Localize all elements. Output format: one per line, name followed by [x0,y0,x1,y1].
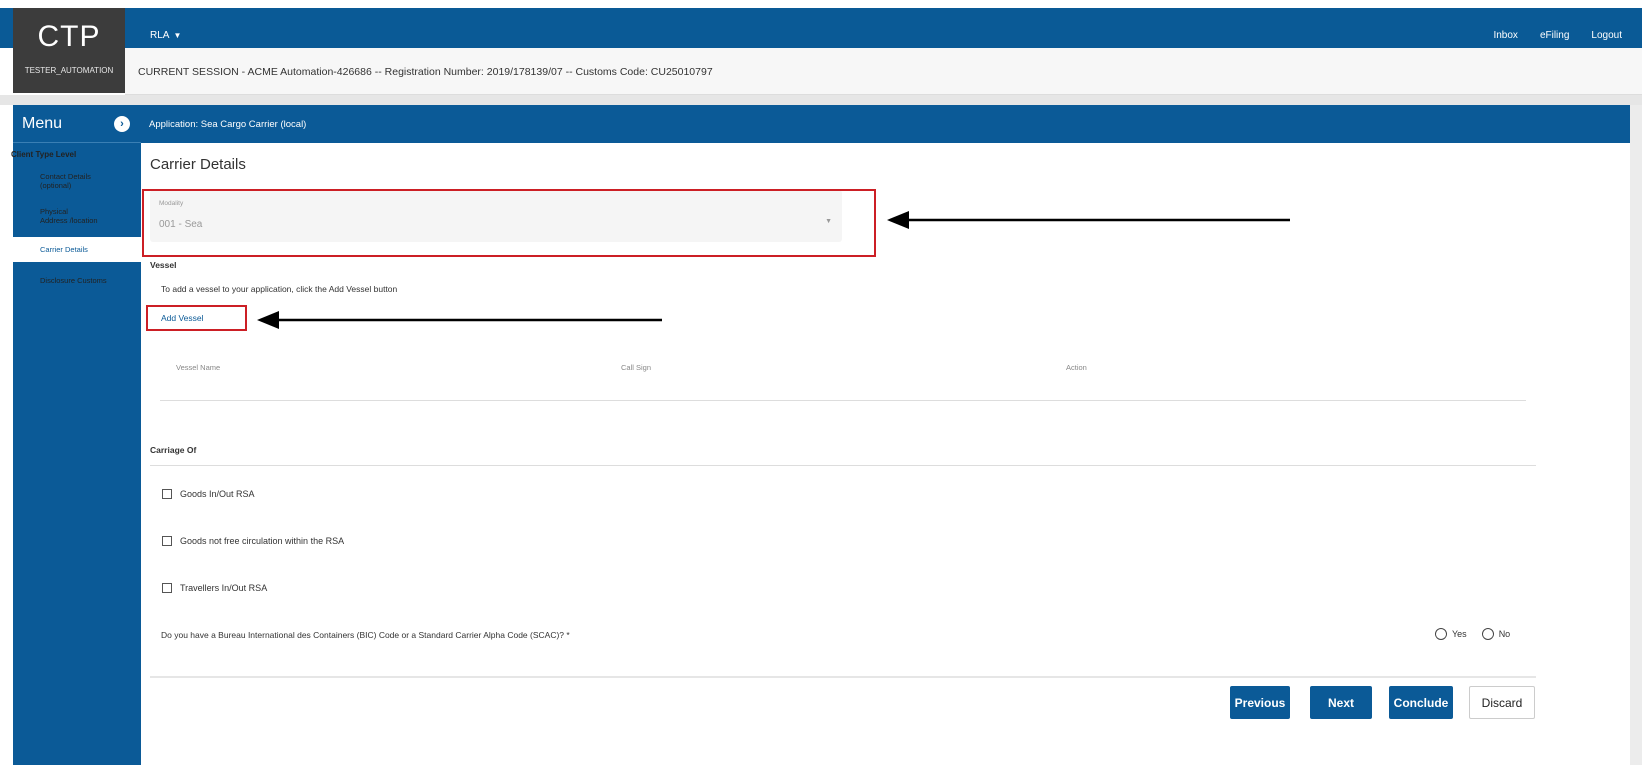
sidebar-item-carrier-details[interactable]: Carrier Details [13,237,141,262]
collapse-menu-icon[interactable]: › [114,116,130,132]
modality-label: Modality [159,200,184,207]
username-label: TESTER_AUTOMATION [24,66,114,75]
table-divider [160,400,1526,401]
carriage-heading: Carriage Of [150,445,197,455]
radio-no-label: No [1498,629,1511,639]
right-gutter [1630,105,1642,765]
sidebar-item-sublabel: (optional) [40,181,72,190]
rla-dropdown-menu[interactable]: RLA ▼ [150,30,181,41]
sidebar-item-label: Contact Details [40,172,91,181]
column-header-call-sign: Call Sign [621,363,652,372]
sidebar-item-physical-address[interactable]: Physical Address /location [40,207,98,225]
next-button[interactable]: Next [1310,686,1372,719]
logo-text: CTP [37,20,101,53]
column-header-vessel-name: Vessel Name [176,363,221,372]
checkbox-label: Goods In/Out RSA [180,489,255,499]
sidebar-header: Menu › [13,105,141,143]
main-content: Carrier Details Modality 001 - Sea ▼ Ves… [141,143,1630,765]
application-label: Application: Sea Cargo Carrier (local) [149,119,307,130]
vessel-heading: Vessel [150,260,177,270]
sidebar-item-label: Physical [40,207,68,216]
checkbox-label: Travellers In/Out RSA [180,583,268,593]
checkbox-box[interactable] [162,536,172,546]
rla-menu-label: RLA [150,30,170,41]
sidebar-title: Menu [22,115,63,132]
modality-select[interactable]: Modality 001 - Sea ▼ [150,190,842,242]
section-divider [150,465,1536,466]
radio-yes[interactable] [1435,628,1447,640]
efiling-link[interactable]: eFiling [1540,30,1569,41]
caret-down-icon: ▼ [173,31,182,40]
sidebar-item-label: Disclosure Customs [40,276,107,285]
session-info: CURRENT SESSION - ACME Automation-426686… [138,66,713,78]
radio-no[interactable] [1481,628,1494,640]
top-navigation-bar: RLA ▼ Inbox eFiling Logout [0,8,1642,48]
dropdown-arrow-icon: ▼ [825,218,832,225]
session-bar: CURRENT SESSION - ACME Automation-426686… [125,48,1642,95]
sidebar-item-contact-details[interactable]: Contact Details (optional) [40,172,91,190]
footer-divider [150,676,1536,678]
application-bar: Application: Sea Cargo Carrier (local) [141,105,1630,143]
add-vessel-button[interactable]: Add Vessel [161,313,204,323]
divider-strip [0,95,1642,105]
logout-link[interactable]: Logout [1591,30,1622,41]
column-header-action: Action [1066,363,1087,372]
modality-value: 001 - Sea [159,219,203,230]
checkbox-label: Goods not free circulation within the RS… [180,536,345,546]
sidebar-item-disclosure-customs[interactable]: Disclosure Customs [40,276,107,285]
top-links: Inbox eFiling Logout [1493,30,1622,41]
previous-button[interactable]: Previous [1230,686,1290,719]
sidebar-menu: Menu › [13,105,141,765]
radio-yes-label: Yes [1452,629,1467,639]
bic-radio-group: Yes No [1435,628,1510,640]
sidebar-level-label: Client Type Level [11,150,77,159]
bic-question: Do you have a Bureau International des C… [161,630,570,640]
checkbox-goods-in-out[interactable]: Goods In/Out RSA [162,489,255,499]
inbox-link[interactable]: Inbox [1493,30,1517,41]
sidebar-item-label: Carrier Details [40,245,88,254]
checkbox-box[interactable] [162,489,172,499]
discard-button[interactable]: Discard [1469,686,1535,719]
vessel-helper-text: To add a vessel to your application, cli… [161,284,398,294]
checkbox-box[interactable] [162,583,172,593]
logo: CTP TESTER_AUTOMATION [13,8,125,93]
checkbox-goods-not-free[interactable]: Goods not free circulation within the RS… [162,536,344,546]
sidebar-item-sublabel: Address /location [40,216,98,225]
conclude-button[interactable]: Conclude [1389,686,1453,719]
page-title: Carrier Details [150,156,246,173]
checkbox-travellers[interactable]: Travellers In/Out RSA [162,583,267,593]
